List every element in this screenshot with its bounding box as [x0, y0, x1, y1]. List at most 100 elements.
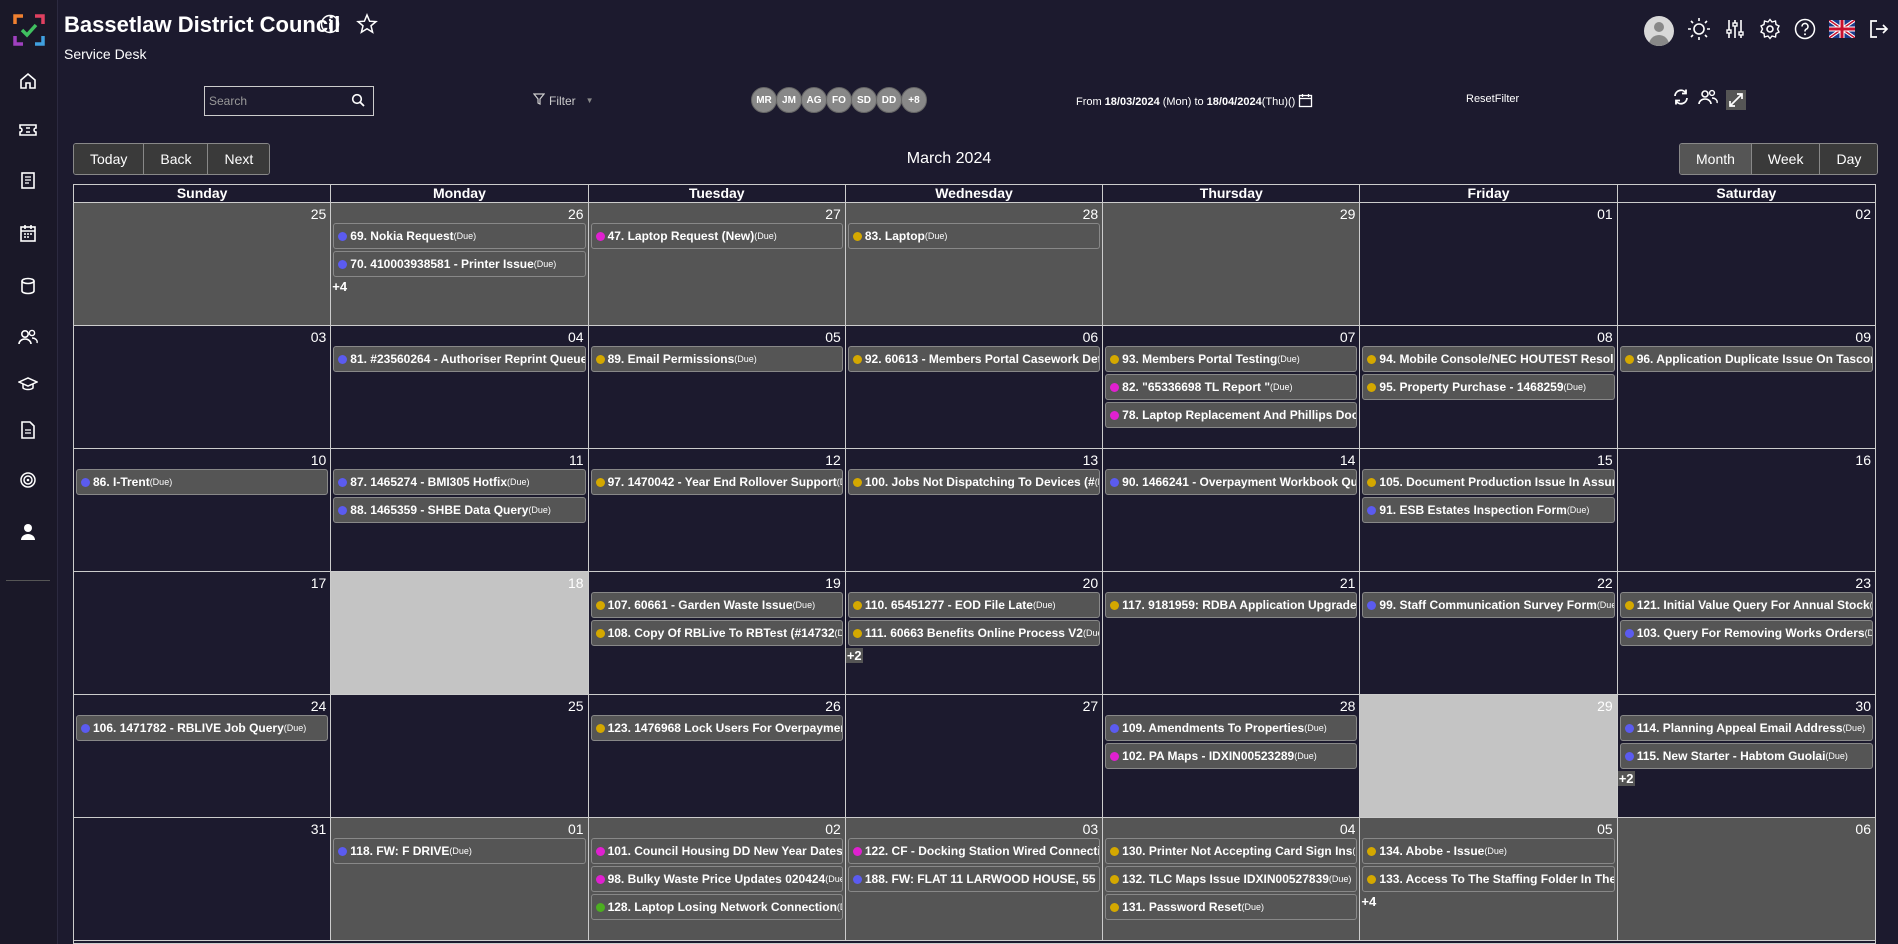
day-number[interactable]: 06: [1083, 329, 1099, 345]
day-cell[interactable]: 24 106. 1471782 - RBLIVE Job Query (Due): [74, 695, 332, 817]
calendar-event[interactable]: 110. 65451277 - EOD File Late (Due): [847, 592, 1101, 618]
help-icon[interactable]: [1794, 18, 1816, 45]
day-cell[interactable]: 18: [331, 572, 589, 694]
day-cell[interactable]: 17: [74, 572, 332, 694]
filter-dropdown[interactable]: Filter ▼: [532, 93, 594, 108]
calendar-event[interactable]: 103. Query For Removing Works Orders(Due…: [1619, 620, 1873, 646]
user-icon[interactable]: [17, 521, 39, 543]
day-number[interactable]: 29: [1340, 206, 1356, 222]
day-number[interactable]: 08: [1597, 329, 1613, 345]
day-cell[interactable]: 01 118. FW: F DRIVE (Due): [331, 818, 589, 940]
calendar-event[interactable]: 132. TLC Maps Issue IDXIN00527839 (Due): [1105, 866, 1358, 892]
calendar-event[interactable]: 102. PA Maps - IDXIN00523289 (Due): [1105, 743, 1358, 769]
day-number[interactable]: 27: [825, 206, 841, 222]
day-number[interactable]: 06: [1855, 821, 1871, 837]
calendar-event[interactable]: 87. 1465274 - BMI305 Hotfix (Due): [333, 469, 586, 495]
assignee-chip[interactable]: AG: [801, 87, 827, 113]
day-number[interactable]: 17: [311, 575, 327, 591]
day-number[interactable]: 30: [1855, 698, 1871, 714]
calendar-event[interactable]: 99. Staff Communication Survey Form(Due): [1362, 592, 1615, 618]
search-input[interactable]: [209, 92, 345, 110]
app-logo[interactable]: [12, 12, 46, 48]
day-cell[interactable]: 05 134. Abobe - Issue (Due) 133. Access To …: [1360, 818, 1618, 940]
day-cell[interactable]: 02 101. Council Housing DD New Year Dates…: [588, 818, 846, 940]
calendar-event[interactable]: 188. FW: FLAT 11 LARWOOD HOUSE, 55 L(Due…: [847, 866, 1101, 892]
day-cell[interactable]: 31: [74, 818, 332, 940]
day-number[interactable]: 05: [825, 329, 841, 345]
document-icon[interactable]: [17, 419, 39, 441]
day-cell[interactable]: 09 96. Application Duplicate Issue On Tas…: [1617, 326, 1875, 448]
day-cell[interactable]: 16: [1617, 449, 1875, 571]
day-cell[interactable]: 30 114. Planning Appeal Email Address (Due…: [1617, 695, 1875, 817]
day-number[interactable]: 05: [1597, 821, 1613, 837]
refresh-icon[interactable]: [1672, 88, 1690, 111]
calendar-event[interactable]: 134. Abobe - Issue (Due): [1362, 838, 1615, 864]
day-cell[interactable]: 25: [331, 695, 589, 817]
day-number[interactable]: 23: [1855, 575, 1871, 591]
day-number[interactable]: 28: [1340, 698, 1356, 714]
day-number[interactable]: 09: [1855, 329, 1871, 345]
calendar-event[interactable]: 118. FW: F DRIVE (Due): [333, 838, 586, 864]
team-icon[interactable]: [1698, 88, 1718, 111]
reset-filter-button[interactable]: ResetFilter: [1466, 93, 1519, 105]
assignee-chip[interactable]: JM: [776, 87, 802, 113]
calendar-event[interactable]: 70. 410003938581 - Printer Issue (Due): [333, 251, 586, 277]
calendar-event[interactable]: 105. Document Production Issue In Assure…: [1362, 469, 1615, 495]
day-number[interactable]: 27: [1083, 698, 1099, 714]
calendar-event[interactable]: 131. Password Reset (Due): [1105, 894, 1358, 920]
day-number[interactable]: 15: [1597, 452, 1613, 468]
day-number[interactable]: 18: [568, 575, 584, 591]
ticket-icon[interactable]: [17, 119, 39, 141]
day-cell[interactable]: 13 100. Jobs Not Dispatching To Devices (…: [845, 449, 1104, 571]
day-cell[interactable]: 06: [1617, 818, 1875, 940]
day-number[interactable]: 03: [311, 329, 327, 345]
day-cell[interactable]: 28 109. Amendments To Properties (Due) 102.…: [1103, 695, 1361, 817]
more-events-link[interactable]: +4: [331, 279, 348, 294]
day-cell[interactable]: 05 89. Email Permissions (Due): [588, 326, 846, 448]
sliders-icon[interactable]: [1724, 18, 1746, 45]
day-number[interactable]: 16: [1855, 452, 1871, 468]
day-number[interactable]: 13: [1083, 452, 1099, 468]
day-number[interactable]: 28: [1083, 206, 1099, 222]
calendar-event[interactable]: 94. Mobile Console/NEC HOUTEST Resolutio…: [1362, 346, 1615, 372]
calendar-event[interactable]: 83. Laptop (Due): [847, 223, 1101, 249]
calendar-event[interactable]: 95. Property Purchase - 1468259 (Due): [1362, 374, 1615, 400]
calendar-event[interactable]: 47. Laptop Request (New) (Due): [590, 223, 843, 249]
gear-icon[interactable]: [1759, 17, 1781, 45]
day-number[interactable]: 25: [568, 698, 584, 714]
day-number[interactable]: 20: [1083, 575, 1099, 591]
calendar-picker-icon[interactable]: [1298, 93, 1313, 111]
day-cell[interactable]: 21 117. 9181959: RDBA Application Upgrade…: [1103, 572, 1361, 694]
calendar-event[interactable]: 82. "65336698 TL Report " (Due): [1105, 374, 1358, 400]
day-number[interactable]: 04: [1340, 821, 1356, 837]
day-cell[interactable]: 29: [1103, 203, 1361, 325]
day-number[interactable]: 25: [311, 206, 327, 222]
day-cell[interactable]: 08 94. Mobile Console/NEC HOUTEST Resolut…: [1360, 326, 1618, 448]
day-cell[interactable]: 27: [845, 695, 1104, 817]
more-events-link[interactable]: +2: [845, 648, 863, 663]
week-view-button[interactable]: Week: [1751, 144, 1821, 174]
assignee-chip[interactable]: SD: [851, 87, 877, 113]
day-number[interactable]: 12: [825, 452, 841, 468]
day-cell[interactable]: 03 122. CF - Docking Station Wired Connec…: [845, 818, 1104, 940]
uk-flag-icon[interactable]: [1828, 18, 1856, 43]
day-cell[interactable]: 26 69. Nokia Request (Due) 70. 410003938581…: [331, 203, 589, 325]
day-cell[interactable]: 06 92. 60613 - Members Portal Casework De…: [845, 326, 1104, 448]
calendar-event[interactable]: 114. Planning Appeal Email Address (Due): [1619, 715, 1873, 741]
day-cell[interactable]: 03: [74, 326, 332, 448]
day-cell[interactable]: 10 86. I-Trent (Due): [74, 449, 332, 571]
day-number[interactable]: 02: [1855, 206, 1871, 222]
calendar-icon[interactable]: [17, 222, 39, 244]
calendar-event[interactable]: 100. Jobs Not Dispatching To Devices (#(…: [847, 469, 1101, 495]
calendar-event[interactable]: 108. Copy Of RBLive To RBTest (#14732(Du…: [590, 620, 843, 646]
day-number[interactable]: 26: [568, 206, 584, 222]
day-number[interactable]: 01: [1597, 206, 1613, 222]
day-cell[interactable]: 12 97. 1470042 - Year End Rollover Suppor…: [588, 449, 846, 571]
day-number[interactable]: 24: [311, 698, 327, 714]
day-cell[interactable]: 04 130. Printer Not Accepting Card Sign I…: [1103, 818, 1361, 940]
calendar-event[interactable]: 121. Initial Value Query For Annual Stoc…: [1619, 592, 1873, 618]
day-cell[interactable]: 01: [1360, 203, 1618, 325]
calendar-event[interactable]: 115. New Starter - Habtom Guolai (Due): [1619, 743, 1873, 769]
logout-icon[interactable]: [1868, 18, 1890, 45]
home-icon[interactable]: [17, 70, 39, 92]
